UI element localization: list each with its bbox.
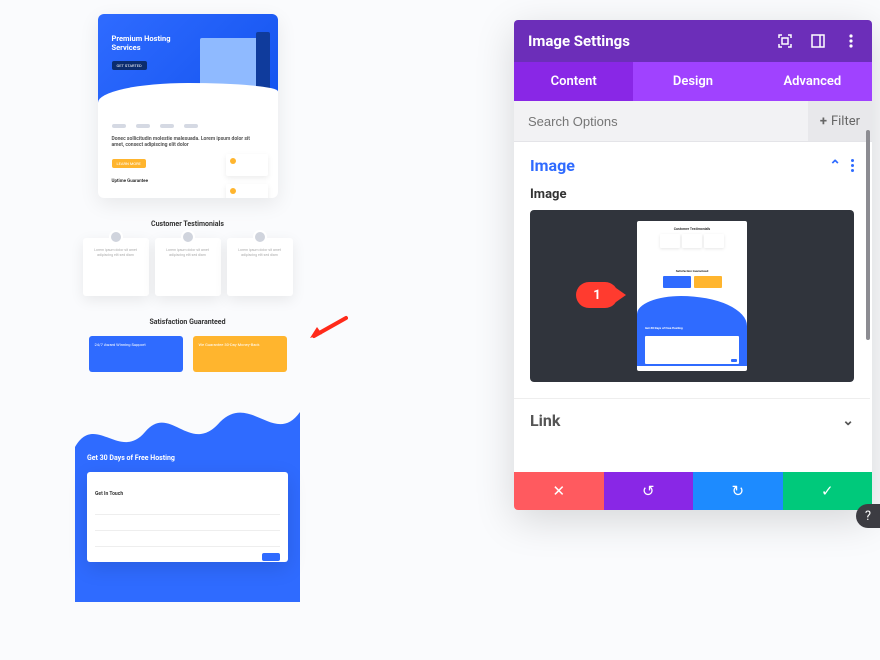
guarantee-card: We Guarantee 30-Day Money-Back bbox=[193, 336, 287, 372]
thumb-sat-title: Satisfaction Guaranteed bbox=[645, 269, 739, 273]
testimonials-row: Lorem ipsum dolor sit amet adipiscing el… bbox=[75, 238, 300, 296]
hero-card: Premium Hosting Services GET STARTED Don… bbox=[98, 14, 278, 198]
redo-button[interactable]: ↻ bbox=[693, 472, 783, 510]
support-card: 24/7 Award Winning Support bbox=[89, 336, 183, 372]
contact-section: Get 30 Days of Free Hosting Get In Touch bbox=[75, 392, 300, 602]
save-button[interactable]: ✓ bbox=[783, 472, 873, 510]
contact-heading: Get 30 Days of Free Hosting bbox=[87, 454, 288, 462]
testimonials-heading: Customer Testimonials bbox=[75, 220, 300, 228]
annotation-arrow bbox=[308, 314, 348, 346]
tab-advanced[interactable]: Advanced bbox=[753, 62, 872, 101]
page-preview: Premium Hosting Services GET STARTED Don… bbox=[75, 14, 300, 602]
image-settings-panel: Image Settings Content Design Advanced +… bbox=[514, 20, 872, 510]
search-row: + Filter bbox=[514, 101, 872, 142]
thumb-wave-title: Get 30 Days of Free Hosting bbox=[645, 326, 683, 330]
panel-body: Image ⌃ Image Customer Testimonials Sati… bbox=[514, 142, 872, 472]
callout-marker: 1 bbox=[576, 282, 618, 308]
thumb-test-title: Customer Testimonials bbox=[643, 227, 741, 231]
thumb-form bbox=[645, 336, 739, 364]
form-title: Get In Touch bbox=[95, 491, 123, 497]
hero-wave-shape bbox=[98, 83, 278, 111]
testimonial-card: Lorem ipsum dolor sit amet adipiscing el… bbox=[155, 238, 221, 296]
search-input[interactable] bbox=[514, 103, 808, 140]
feature-cards bbox=[226, 154, 268, 198]
tab-design[interactable]: Design bbox=[633, 62, 752, 101]
avatar bbox=[253, 230, 267, 244]
panel-header[interactable]: Image Settings bbox=[514, 20, 872, 62]
scrollbar[interactable] bbox=[866, 130, 870, 340]
callout-number: 1 bbox=[576, 282, 618, 308]
help-icon[interactable]: ? bbox=[856, 504, 880, 528]
submit-button bbox=[262, 553, 280, 561]
testimonial-card: Lorem ipsum dolor sit amet adipiscing el… bbox=[227, 238, 293, 296]
contact-form: Get In Touch bbox=[87, 472, 288, 562]
undo-button[interactable]: ↺ bbox=[604, 472, 694, 510]
testimonial-card: Lorem ipsum dolor sit amet adipiscing el… bbox=[83, 238, 149, 296]
satisfaction-heading: Satisfaction Guaranteed bbox=[75, 318, 300, 326]
learn-more-button: LEARN MORE bbox=[112, 159, 146, 168]
image-upload-area[interactable]: Customer Testimonials Satisfaction Guara… bbox=[530, 210, 854, 382]
image-thumbnail: Customer Testimonials Satisfaction Guara… bbox=[637, 221, 747, 371]
panel-tabs: Content Design Advanced bbox=[514, 62, 872, 101]
section-more-icon[interactable] bbox=[851, 159, 854, 172]
chevron-up-icon[interactable]: ⌃ bbox=[829, 158, 841, 174]
hero-title: Premium Hosting Services bbox=[112, 34, 172, 52]
filter-label: Filter bbox=[831, 114, 860, 129]
tab-content[interactable]: Content bbox=[514, 62, 633, 101]
image-field-label: Image bbox=[530, 187, 854, 202]
avatar bbox=[181, 230, 195, 244]
avatar bbox=[109, 230, 123, 244]
hero-illustration bbox=[200, 38, 260, 86]
partner-logos bbox=[112, 124, 264, 128]
expand-icon[interactable] bbox=[777, 34, 792, 49]
plus-icon: + bbox=[820, 114, 827, 129]
section-link-heading[interactable]: Link bbox=[530, 411, 842, 430]
dock-icon[interactable] bbox=[810, 34, 825, 49]
chevron-down-icon[interactable]: ⌄ bbox=[842, 413, 854, 429]
filter-button[interactable]: + Filter bbox=[808, 101, 872, 141]
hero-lorem: Donec sollicitudin molestie malesuada. L… bbox=[112, 136, 264, 148]
panel-title: Image Settings bbox=[528, 32, 777, 50]
close-button[interactable]: ✕ bbox=[514, 472, 604, 510]
more-icon[interactable] bbox=[843, 34, 858, 49]
panel-footer: ✕ ↺ ↻ ✓ bbox=[514, 472, 872, 510]
hero-cta-button: GET STARTED bbox=[112, 61, 147, 70]
section-image-heading[interactable]: Image bbox=[530, 156, 829, 175]
satisfaction-row: 24/7 Award Winning Support We Guarantee … bbox=[75, 336, 300, 372]
